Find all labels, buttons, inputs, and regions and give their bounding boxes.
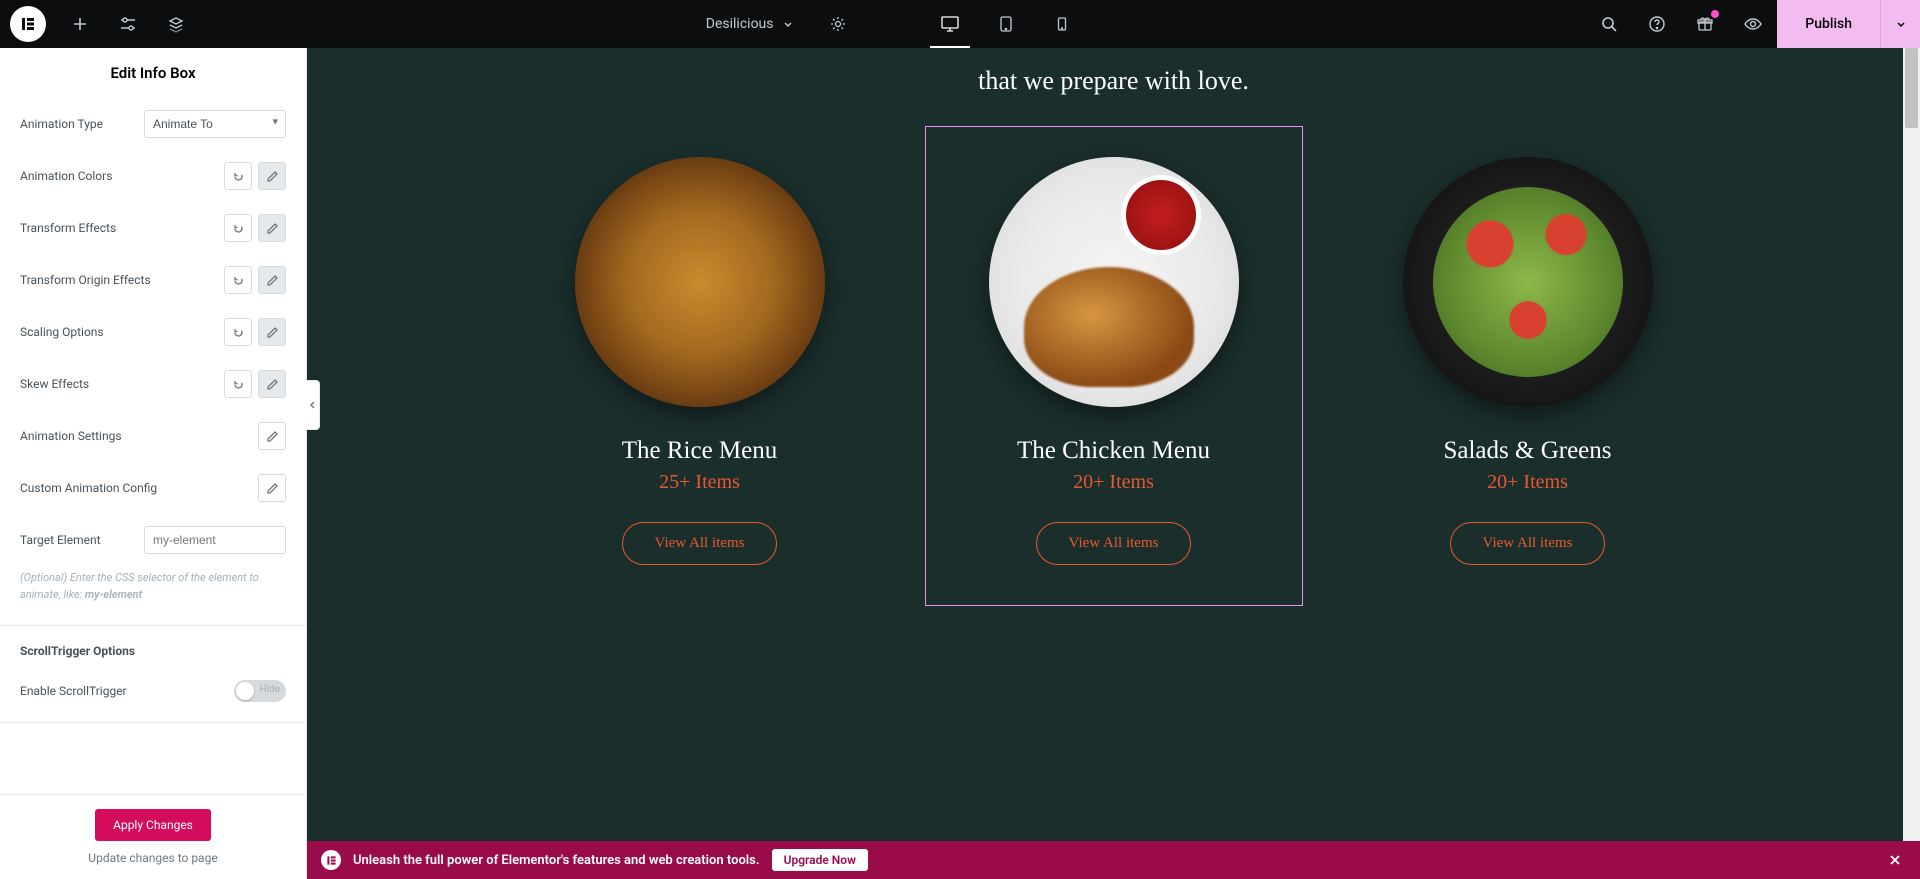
animation-type-select[interactable]: Animate To (144, 110, 286, 138)
skew-effects-edit[interactable] (258, 370, 286, 398)
tablet-device-button[interactable] (978, 0, 1034, 48)
help-button[interactable] (1633, 0, 1681, 48)
custom-animation-config-row: Custom Animation Config (20, 462, 286, 514)
upgrade-banner: Unleash the full power of Elementor's fe… (307, 841, 1920, 879)
card-subtitle: 20+ Items (1350, 471, 1706, 494)
main: Edit Info Box Animation Type Animate To … (0, 48, 1920, 879)
animation-colors-edit[interactable] (258, 162, 286, 190)
chevron-down-icon (782, 18, 794, 30)
transform-origin-label: Transform Origin Effects (20, 273, 151, 287)
responsive-device-group (922, 0, 1090, 48)
scaling-options-edit[interactable] (258, 318, 286, 346)
panel-scroll: Animation Type Animate To Animation Colo… (0, 98, 306, 794)
preview-button[interactable] (1729, 0, 1777, 48)
transform-effects-edit[interactable] (258, 214, 286, 242)
topbar-center: Desilicious (200, 0, 1585, 48)
publish-button[interactable]: Publish (1777, 0, 1880, 48)
add-element-button[interactable] (56, 0, 104, 48)
elementor-logo[interactable] (10, 6, 46, 42)
animation-colors-label: Animation Colors (20, 169, 112, 183)
site-settings-button[interactable] (104, 0, 152, 48)
preview-canvas[interactable]: that we prepare with love. The Rice Menu… (307, 48, 1920, 879)
close-icon (1888, 853, 1902, 867)
target-element-label: Target Element (20, 533, 101, 547)
desktop-device-button[interactable] (922, 0, 978, 48)
publish-options-button[interactable] (1880, 0, 1920, 48)
topbar-right: Publish (1585, 0, 1920, 48)
scaling-options-reset[interactable] (224, 318, 252, 346)
page-name-dropdown[interactable]: Desilicious (696, 16, 804, 32)
plate-image (1403, 157, 1653, 407)
target-element-row: Target Element (20, 514, 286, 566)
scrolltrigger-section-title: ScrollTrigger Options (20, 634, 286, 668)
sidebar-footer: Apply Changes Update changes to page (0, 794, 306, 879)
animation-colors-row: Animation Colors (20, 150, 286, 202)
scrollbar-thumb[interactable] (1905, 48, 1918, 128)
target-element-help: (Optional) Enter the CSS selector of the… (20, 566, 286, 617)
skew-effects-label: Skew Effects (20, 377, 89, 391)
enable-scrolltrigger-row: Enable ScrollTrigger Hide (20, 668, 286, 714)
scrollbar[interactable] (1903, 48, 1920, 879)
skew-effects-row: Skew Effects (20, 358, 286, 410)
apply-changes-button[interactable]: Apply Changes (95, 809, 211, 841)
animation-settings-label: Animation Settings (20, 429, 122, 443)
banner-logo-icon (321, 850, 341, 870)
divider-2 (0, 722, 306, 723)
scaling-options-label: Scaling Options (20, 325, 104, 339)
structure-button[interactable] (152, 0, 200, 48)
chevron-left-icon (309, 400, 316, 410)
card-title: The Rice Menu (522, 437, 878, 465)
scaling-options-row: Scaling Options (20, 306, 286, 358)
card-subtitle: 25+ Items (522, 471, 878, 494)
banner-close-button[interactable] (1884, 849, 1906, 871)
page-settings-button[interactable] (814, 0, 862, 48)
custom-animation-config-edit[interactable] (258, 474, 286, 502)
mobile-device-button[interactable] (1034, 0, 1090, 48)
plate-image (989, 157, 1239, 407)
page-name-label: Desilicious (706, 16, 774, 32)
sidebar-title: Edit Info Box (0, 48, 306, 98)
animation-settings-edit[interactable] (258, 422, 286, 450)
view-all-button[interactable]: View All items (622, 522, 778, 565)
transform-origin-edit[interactable] (258, 266, 286, 294)
card-title: The Chicken Menu (936, 437, 1292, 465)
custom-animation-config-label: Custom Animation Config (20, 481, 157, 495)
update-text: Update changes to page (14, 851, 292, 865)
target-element-input[interactable] (144, 526, 286, 554)
animation-colors-reset[interactable] (224, 162, 252, 190)
finder-search-button[interactable] (1585, 0, 1633, 48)
upgrade-now-button[interactable]: Upgrade Now (772, 849, 868, 871)
menu-card-salads[interactable]: Salads & Greens 20+ Items View All items (1339, 126, 1717, 606)
animation-settings-row: Animation Settings (20, 410, 286, 462)
card-subtitle: 20+ Items (936, 471, 1292, 494)
menu-card-rice[interactable]: The Rice Menu 25+ Items View All items (511, 126, 889, 606)
animation-type-label: Animation Type (20, 117, 103, 131)
transform-effects-label: Transform Effects (20, 221, 116, 235)
transform-origin-row: Transform Origin Effects (20, 254, 286, 306)
banner-text: Unleash the full power of Elementor's fe… (353, 853, 760, 868)
topbar: Desilicious (0, 0, 1920, 48)
transform-effects-reset[interactable] (224, 214, 252, 242)
animation-type-row: Animation Type Animate To (20, 98, 286, 150)
cards-row: The Rice Menu 25+ Items View All items T… (337, 126, 1890, 606)
editor-sidebar: Edit Info Box Animation Type Animate To … (0, 48, 307, 879)
topbar-left (0, 0, 200, 48)
transform-effects-row: Transform Effects (20, 202, 286, 254)
whats-new-button[interactable] (1681, 0, 1729, 48)
enable-scrolltrigger-label: Enable ScrollTrigger (20, 684, 127, 698)
menu-card-chicken[interactable]: The Chicken Menu 20+ Items View All item… (925, 126, 1303, 606)
skew-effects-reset[interactable] (224, 370, 252, 398)
transform-origin-reset[interactable] (224, 266, 252, 294)
view-all-button[interactable]: View All items (1036, 522, 1192, 565)
collapse-sidebar-handle[interactable] (306, 380, 320, 430)
view-all-button[interactable]: View All items (1450, 522, 1606, 565)
tagline: that we prepare with love. (337, 48, 1890, 126)
divider (0, 625, 306, 626)
animation-type-select-wrap: Animate To (144, 110, 286, 138)
card-title: Salads & Greens (1350, 437, 1706, 465)
enable-scrolltrigger-toggle[interactable]: Hide (234, 680, 286, 702)
plate-image (575, 157, 825, 407)
canvas-inner: that we prepare with love. The Rice Menu… (307, 48, 1920, 646)
